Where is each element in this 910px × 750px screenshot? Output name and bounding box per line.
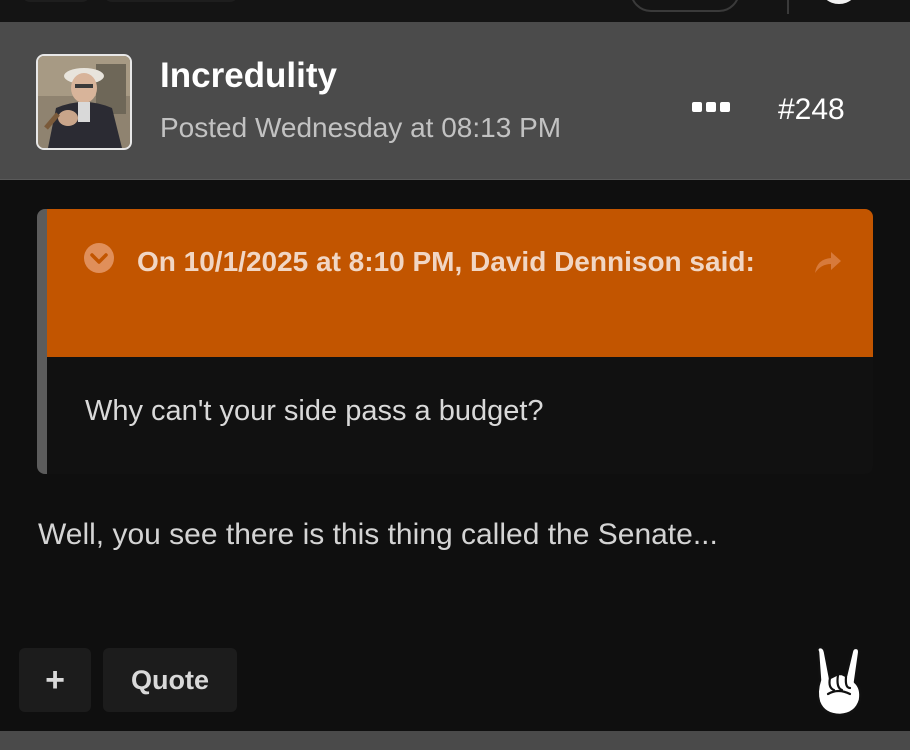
nav-button[interactable] (22, 0, 90, 2)
quote-citation: On 10/1/2025 at 8:10 PM, David Dennison … (137, 246, 755, 277)
quote-body-text: Why can't your side pass a budget? (85, 395, 544, 427)
quote-button[interactable]: Quote (103, 648, 237, 712)
author-name[interactable]: Incredulity (160, 56, 337, 96)
share-arrow-icon[interactable] (813, 249, 843, 275)
reaction-button[interactable] (808, 644, 868, 718)
forum-post-page: Incredulity Posted Wednesday at 08:13 PM… (0, 0, 910, 750)
quote-header: On 10/1/2025 at 8:10 PM, David Dennison … (47, 209, 873, 357)
add-reaction-button[interactable]: + (19, 648, 91, 712)
user-photo-avatar (38, 56, 130, 148)
top-navigation-strip (0, 0, 910, 22)
quote-left-border (37, 209, 47, 474)
user-avatar[interactable] (820, 0, 858, 4)
divider (787, 0, 789, 14)
bottom-divider-bar (0, 731, 910, 750)
more-options-button[interactable] (688, 92, 736, 122)
post-number-link[interactable]: #248 (778, 92, 845, 128)
post-body-text: Well, you see there is this thing called… (38, 518, 718, 551)
post-header: Incredulity Posted Wednesday at 08:13 PM… (0, 22, 910, 180)
nav-pill-button[interactable] (630, 0, 740, 12)
nav-button[interactable] (104, 0, 238, 2)
rock-on-hand-icon (816, 645, 862, 717)
author-avatar[interactable] (36, 54, 132, 150)
ellipsis-icon (692, 102, 730, 112)
post-timestamp: Posted Wednesday at 08:13 PM (160, 112, 562, 143)
quote-block: On 10/1/2025 at 8:10 PM, David Dennison … (37, 209, 873, 474)
